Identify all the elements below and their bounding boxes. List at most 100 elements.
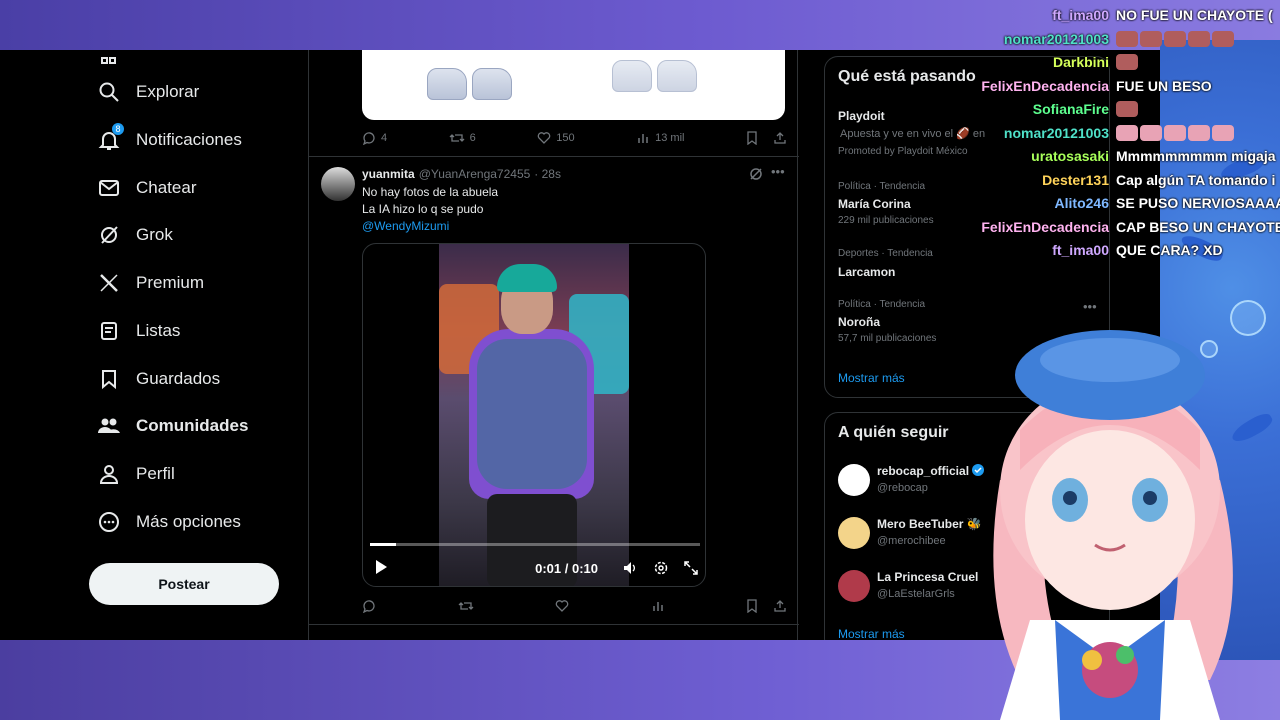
show-more-follows[interactable]: Mostrar más [838, 627, 905, 640]
like-count: 150 [556, 132, 575, 144]
views-count: 13 mil [655, 132, 685, 144]
previous-post-media[interactable] [362, 50, 785, 120]
nav-item-notificaciones[interactable]: 8 Notificaciones [96, 120, 242, 160]
nav-item-perfil[interactable]: Perfil [96, 454, 175, 494]
search-icon [96, 79, 122, 105]
chat-username[interactable]: FelixEnDecadencia [980, 219, 1116, 235]
nav-label: Grok [136, 225, 173, 244]
trending-title: Qué está pasando [838, 68, 976, 85]
volume-icon [624, 562, 635, 574]
nav-label: Perfil [136, 464, 175, 483]
chat-username[interactable]: Darkbini [980, 54, 1116, 70]
communities-icon [96, 413, 122, 439]
trend-meta: Deportes · Tendencia [838, 248, 933, 259]
like-button[interactable] [555, 599, 569, 613]
volume-button[interactable] [622, 559, 640, 577]
follow-avatar[interactable] [838, 570, 870, 602]
list-icon [96, 318, 122, 344]
tweet-mention-link[interactable]: @WendyMizumi [362, 219, 449, 233]
chat-emote [1116, 54, 1138, 70]
video-player[interactable]: 0:01 / 0:10 [362, 243, 706, 587]
video-controls: 0:01 / 0:10 [370, 556, 700, 580]
sneaker-shape [472, 68, 512, 100]
chat-username[interactable]: Dester131 [980, 172, 1116, 188]
chat-message-text: CAP BESO UN CHAYOTE [1116, 218, 1280, 235]
tweet-time[interactable]: · 28s [534, 167, 561, 181]
trend-name[interactable]: Larcamon [838, 265, 895, 279]
trend-meta: Política · Tendencia [838, 181, 926, 192]
chat-username[interactable]: ft_ima00 [980, 7, 1116, 23]
play-button[interactable] [374, 559, 388, 578]
more-options-icon[interactable]: ••• [771, 164, 785, 179]
chat-emote [1164, 30, 1186, 47]
nav-item-grok[interactable]: Grok [96, 215, 173, 255]
chat-message-text: NO FUE UN CHAYOTE ( [1116, 7, 1273, 23]
follow-handle: @merochibee [877, 535, 946, 547]
nav-item-premium[interactable]: Premium [96, 263, 204, 303]
tweet-actions [362, 596, 787, 616]
trend-name[interactable]: Noroña [838, 315, 880, 329]
trend-more-icon[interactable]: ••• [1083, 299, 1097, 314]
tweet-author-handle[interactable]: @YuanArenga72455 [419, 167, 531, 181]
video-progress-fill [370, 543, 397, 546]
follow-name-text: rebocap_official [877, 464, 970, 478]
settings-button[interactable] [652, 559, 670, 577]
views-icon [638, 134, 648, 143]
nav-item-comunidades[interactable]: Comunidades [96, 406, 248, 446]
follow-handle: @LaEstelarGrls [877, 588, 955, 600]
chat-username[interactable]: Alito246 [980, 195, 1116, 211]
chat-emote [1140, 124, 1162, 141]
tweet-avatar[interactable] [321, 167, 355, 201]
repost-button[interactable] [458, 599, 474, 613]
chat-username[interactable]: FelixEnDecadencia [980, 78, 1116, 94]
reply-button[interactable]: 4 [362, 131, 387, 145]
chat-message: nomar20121003 [980, 29, 1236, 49]
video-time: 0:01 / 0:10 [535, 560, 598, 576]
grok-icon[interactable] [749, 167, 763, 184]
chat-emote [1164, 124, 1186, 141]
chat-emote [1140, 30, 1162, 47]
post-divider [309, 624, 799, 625]
reply-count: 4 [381, 132, 388, 144]
post-button[interactable]: Postear [89, 563, 279, 605]
like-button[interactable]: 150 [537, 131, 575, 145]
bookmark-button[interactable] [746, 131, 787, 145]
fullscreen-button[interactable] [682, 559, 700, 577]
person-icon [96, 461, 122, 487]
bookmark-icon [747, 599, 757, 613]
chat-message: uratosasaki Mmmmmmmmm migaja [980, 146, 1275, 166]
views-button[interactable] [651, 599, 665, 613]
nav-item-mas-opciones[interactable]: Más opciones [96, 502, 241, 542]
follow-avatar[interactable] [838, 464, 870, 496]
bookmark-button[interactable] [746, 599, 787, 613]
chat-username[interactable]: SofianaFire [980, 101, 1116, 117]
trend-name[interactable]: María Corina [838, 197, 911, 211]
heart-icon [555, 600, 569, 612]
nav-label: Listas [136, 321, 181, 340]
reply-button[interactable] [362, 599, 376, 613]
promo-name[interactable]: Playdoit [838, 109, 885, 123]
reply-icon [362, 600, 375, 613]
repost-button[interactable]: 6 [449, 131, 476, 145]
views-button[interactable]: 13 mil [636, 131, 684, 145]
nav-item-guardados[interactable]: Guardados [96, 359, 220, 399]
chat-username[interactable]: ft_ima00 [980, 242, 1116, 258]
nav-item-listas[interactable]: Listas [96, 311, 180, 351]
chat-username[interactable]: nomar20121003 [980, 31, 1116, 47]
feed-column: 4 6 150 13 mil yuanmita @YuanArenga72455… [308, 50, 799, 640]
show-more-trends[interactable]: Mostrar más [838, 371, 905, 385]
gear-icon [654, 561, 668, 575]
mail-icon [96, 175, 122, 201]
chat-message-text: SE PUSO NERVIOSAAAA [1116, 195, 1280, 211]
nav-item-explorar[interactable]: Explorar [96, 72, 199, 112]
tweet-author-name[interactable]: yuanmita [362, 167, 415, 181]
chat-emote [1116, 101, 1138, 117]
follow-title: A quién seguir [838, 424, 949, 441]
chat-message: Alito246 SE PUSO NERVIOSAAAA [980, 193, 1280, 213]
nav-item-chatear[interactable]: Chatear [96, 168, 196, 208]
follow-handle: @rebocap [877, 482, 928, 494]
chat-username[interactable]: nomar20121003 [980, 125, 1116, 141]
chat-username[interactable]: uratosasaki [980, 148, 1116, 164]
follow-avatar[interactable] [838, 517, 870, 549]
video-progress-bar[interactable] [370, 543, 700, 546]
